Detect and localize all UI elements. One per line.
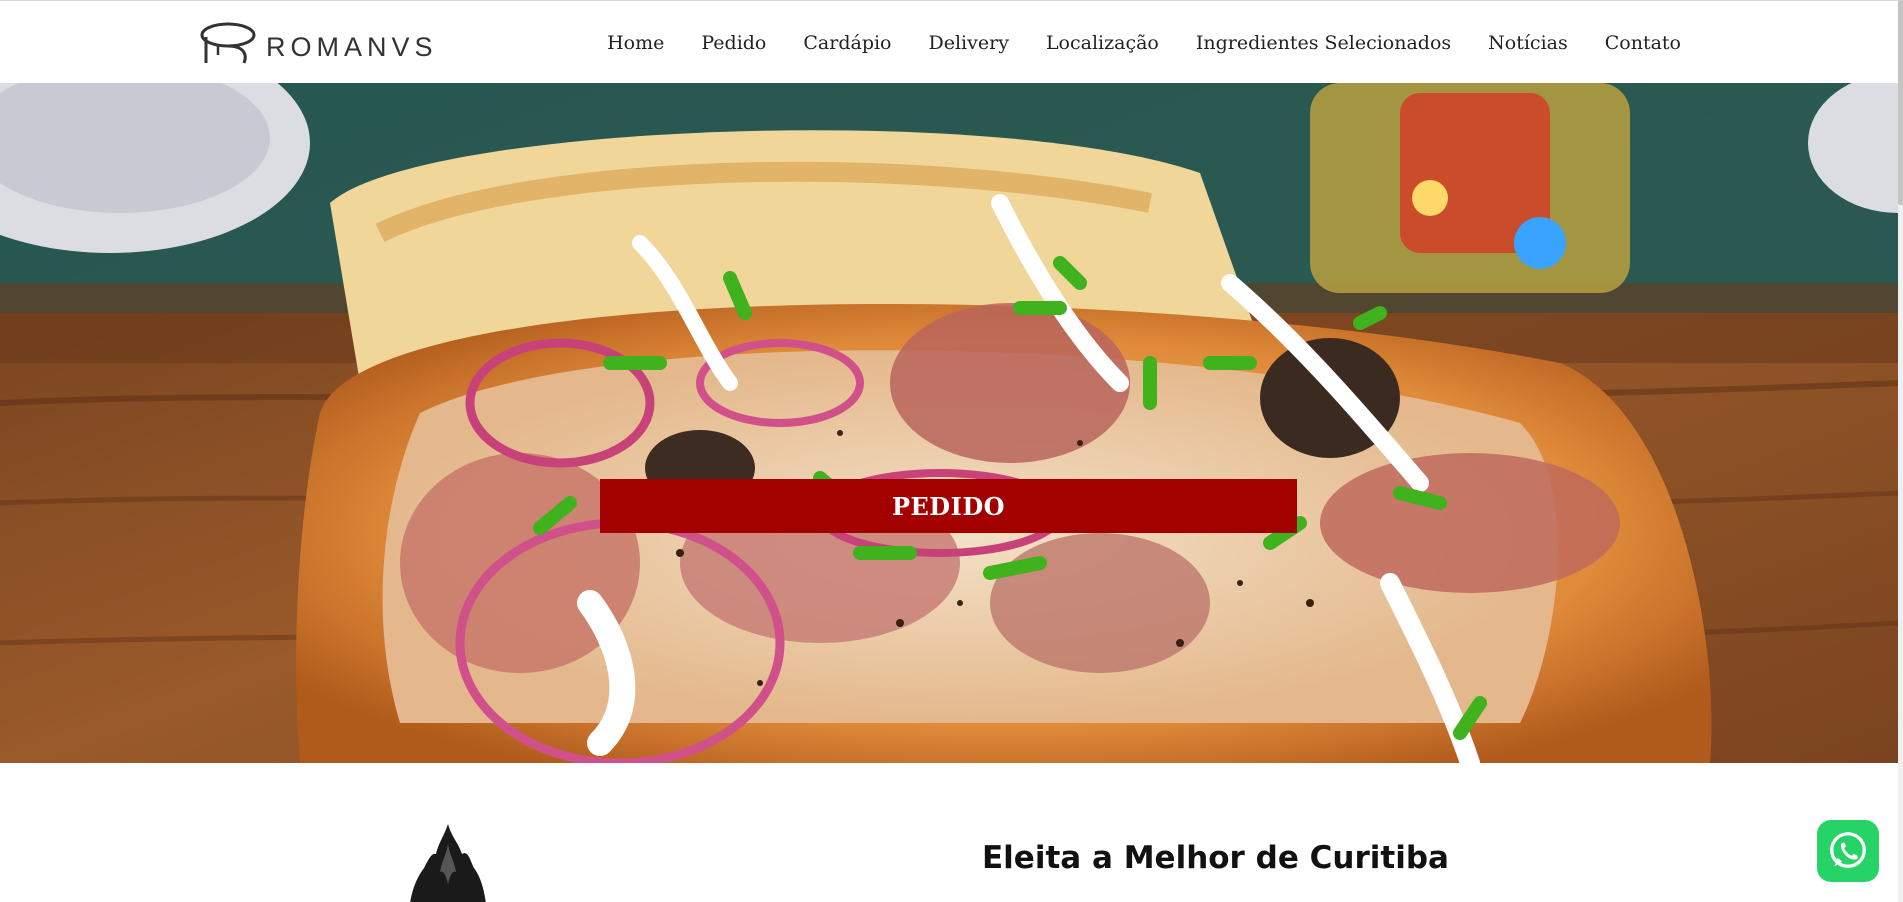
whatsapp-icon xyxy=(1830,832,1866,869)
page: ROMANVS Home Pedido Cardápio Delivery Lo… xyxy=(0,0,1903,902)
hero-banner: PEDIDO xyxy=(0,83,1898,763)
main-nav: Home Pedido Cardápio Delivery Localizaçã… xyxy=(570,1,1681,84)
nav-item-home[interactable]: Home xyxy=(607,32,664,54)
flame-icon xyxy=(410,824,486,902)
site-logo[interactable]: ROMANVS xyxy=(198,19,458,67)
pizza-photo xyxy=(0,83,1898,763)
nav-item-pedido[interactable]: Pedido xyxy=(701,32,766,54)
nav-item-cardapio[interactable]: Cardápio xyxy=(803,32,891,54)
nav-item-contato[interactable]: Contato xyxy=(1605,32,1681,54)
nav-item-noticias[interactable]: Notícias xyxy=(1488,32,1568,54)
scrollbar-thumb[interactable] xyxy=(1898,0,1903,205)
nav-item-delivery[interactable]: Delivery xyxy=(929,32,1009,54)
romanvs-logo-icon xyxy=(200,22,256,64)
nav-item-ingredientes[interactable]: Ingredientes Selecionados xyxy=(1196,32,1451,54)
order-button[interactable]: PEDIDO xyxy=(600,479,1297,533)
site-header: ROMANVS Home Pedido Cardápio Delivery Lo… xyxy=(0,0,1898,83)
whatsapp-button[interactable] xyxy=(1817,820,1879,882)
nav-item-localizacao[interactable]: Localização xyxy=(1046,32,1159,54)
brand-name: ROMANVS xyxy=(266,32,438,62)
section-title: Eleita a Melhor de Curitiba xyxy=(982,840,1449,876)
